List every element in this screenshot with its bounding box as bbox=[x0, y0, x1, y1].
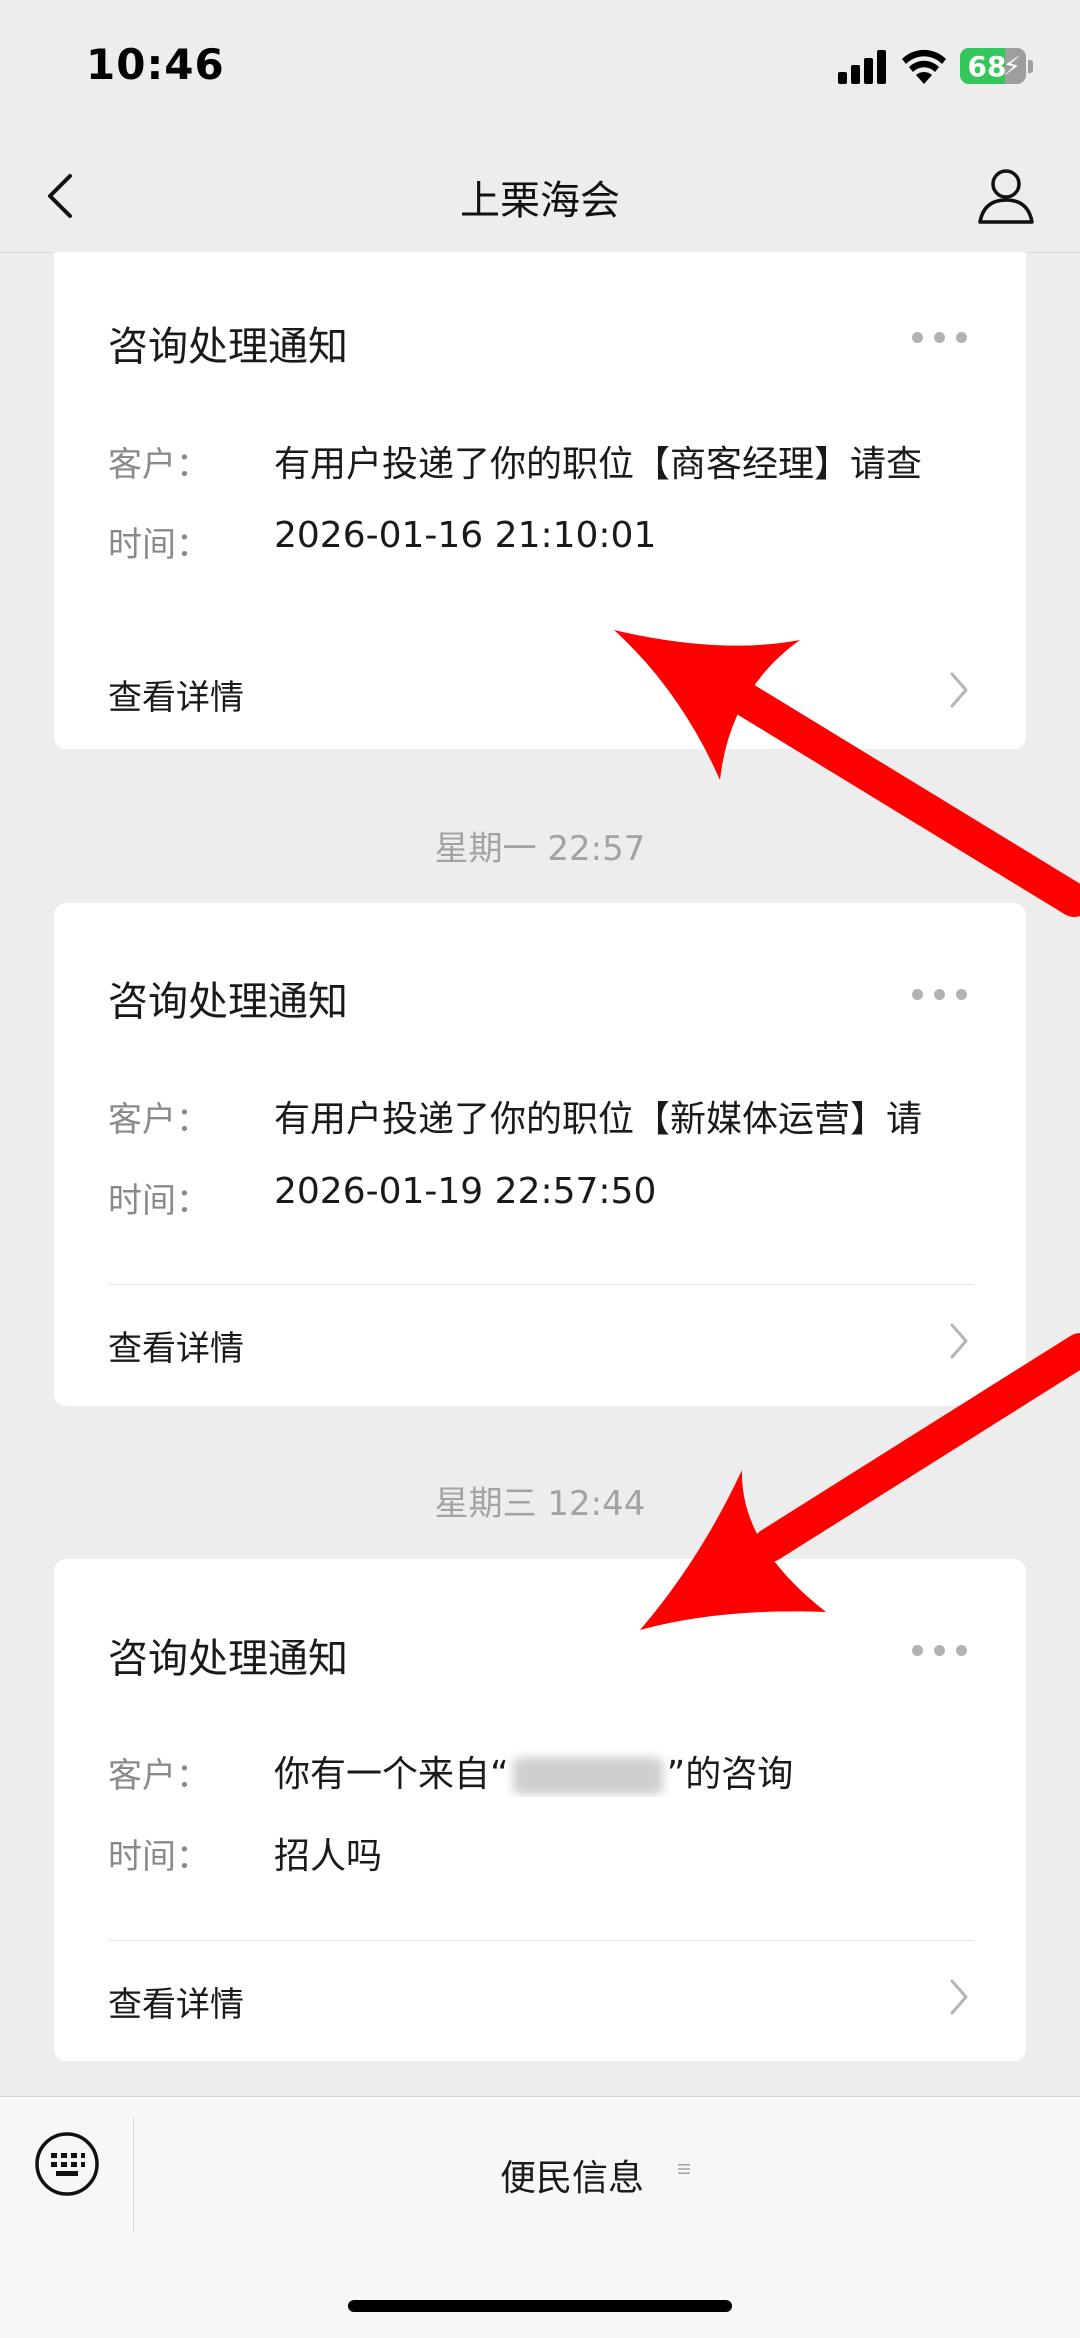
charging-bolt-icon: ⚡ bbox=[1002, 52, 1021, 82]
cellular-signal-icon bbox=[838, 50, 888, 84]
bottom-bar-divider bbox=[133, 2117, 134, 2233]
customer-suffix: ”的咨询 bbox=[666, 1754, 794, 1795]
home-indicator bbox=[348, 2300, 732, 2312]
view-details-link[interactable]: 查看详情 bbox=[108, 1977, 244, 2026]
customer-value: 你有一个来自“ ”的咨询 bbox=[274, 1745, 1014, 1797]
notification-card: 咨询处理通知 客户： 有用户投递了你的职位【商客经理】请查 时间： 2026-0… bbox=[54, 252, 1026, 749]
profile-icon[interactable] bbox=[974, 162, 1038, 228]
message-timestamp: 星期一 22:57 bbox=[434, 829, 646, 869]
time-label: 时间： bbox=[108, 1181, 210, 1221]
customer-value: 有用户投递了你的职位【商客经理】请查 bbox=[274, 444, 923, 485]
time-label: 时间： bbox=[108, 525, 210, 565]
time-value: 2026-01-16 21:10:01 bbox=[274, 515, 657, 556]
status-time: 10:46 bbox=[86, 40, 225, 89]
more-options-icon[interactable] bbox=[912, 989, 968, 1003]
menu-item-convenience-info[interactable]: 便民信息 bbox=[500, 2149, 644, 2201]
chevron-right-icon bbox=[950, 1979, 968, 2015]
view-details-link[interactable]: 查看详情 bbox=[108, 670, 244, 719]
card-title: 咨询处理通知 bbox=[108, 979, 348, 1025]
chevron-right-icon bbox=[950, 1323, 968, 1359]
chevron-right-icon bbox=[950, 672, 968, 708]
page-title: 上栗海会 bbox=[460, 178, 620, 224]
notification-card: 咨询处理通知 客户： 你有一个来自“ ”的咨询 时间： 招人吗 查看详情 bbox=[54, 1559, 1026, 2061]
redacted-name bbox=[512, 1757, 663, 1795]
notification-card: 咨询处理通知 客户： 有用户投递了你的职位【新媒体运营】请 时间： 2026-0… bbox=[54, 903, 1026, 1406]
more-options-icon[interactable] bbox=[912, 332, 968, 346]
time-value: 2026-01-19 22:57:50 bbox=[274, 1171, 657, 1212]
customer-label: 客户： bbox=[108, 1100, 210, 1140]
time-label: 时间： bbox=[108, 1837, 210, 1877]
nav-bar: 上栗海会 bbox=[0, 140, 1080, 253]
keyboard-icon[interactable] bbox=[32, 2129, 102, 2199]
customer-label: 客户： bbox=[108, 1756, 210, 1796]
customer-label: 客户： bbox=[108, 445, 210, 485]
card-title: 咨询处理通知 bbox=[108, 1636, 348, 1682]
time-value: 招人吗 bbox=[274, 1836, 383, 1877]
customer-prefix: 你有一个来自“ bbox=[274, 1754, 509, 1795]
battery-tip bbox=[1028, 60, 1033, 73]
status-bar: 10:46 68 ⚡ bbox=[0, 0, 1080, 140]
card-divider bbox=[108, 1284, 974, 1285]
card-divider bbox=[108, 1940, 974, 1941]
more-options-icon[interactable] bbox=[912, 1645, 968, 1659]
customer-value: 有用户投递了你的职位【新媒体运营】请 bbox=[274, 1099, 923, 1140]
card-title: 咨询处理通知 bbox=[108, 324, 348, 370]
menu-list-icon bbox=[678, 2164, 690, 2174]
message-timestamp: 星期三 12:44 bbox=[434, 1484, 646, 1524]
battery-icon: 68 ⚡ bbox=[960, 48, 1026, 84]
view-details-link[interactable]: 查看详情 bbox=[108, 1321, 244, 1370]
wifi-icon bbox=[902, 49, 946, 84]
